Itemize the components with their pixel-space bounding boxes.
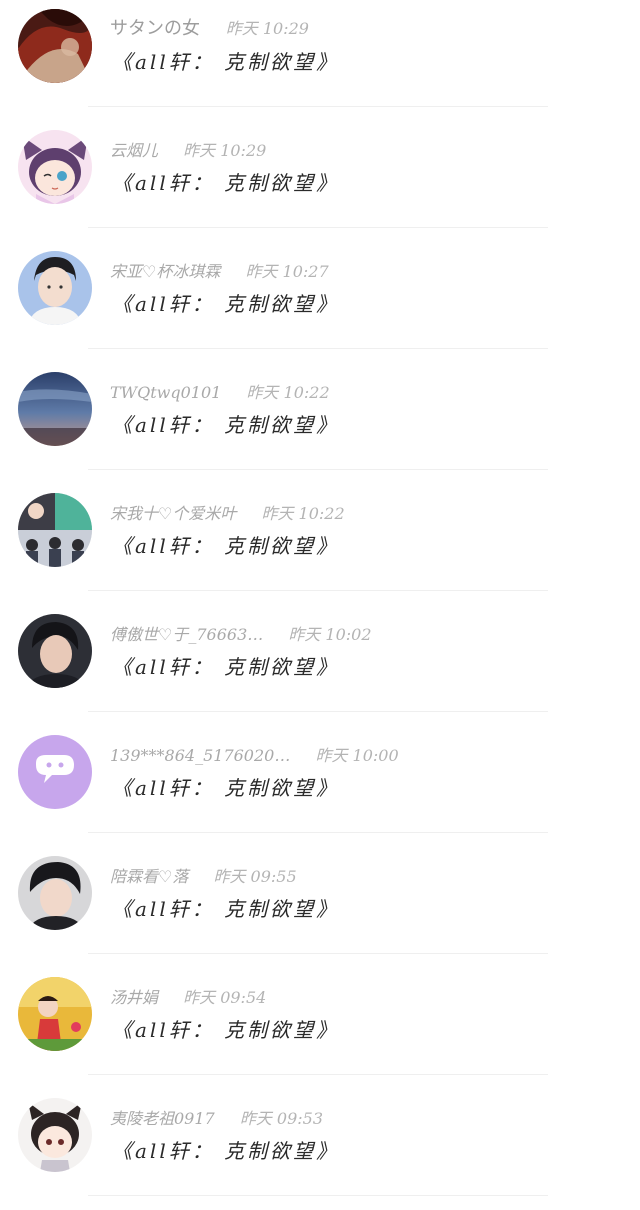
divider	[88, 106, 548, 107]
avatar[interactable]	[18, 251, 92, 325]
avatar[interactable]	[18, 614, 92, 688]
anime-girl-avatar-icon	[18, 130, 92, 204]
comment-list: サタンの女 昨天 10:29 《all轩： 克制欲望》 云烟儿 昨天 10:29	[0, 0, 640, 1208]
avatar[interactable]	[18, 493, 92, 567]
comment-meta: サタンの女 昨天 10:29	[110, 14, 309, 40]
comment-item[interactable]: 夷陵老祖0917 昨天 09:53 《all轩： 克制欲望》	[0, 1089, 640, 1210]
comment-text: 《all轩： 克制欲望》	[112, 1139, 340, 1163]
avatar[interactable]	[18, 856, 92, 930]
comment-meta: 宋我十♡个爱米叶 昨天 10:22	[110, 500, 345, 524]
comment-item[interactable]: 汤井娟 昨天 09:54 《all轩： 克制欲望》	[0, 968, 640, 1089]
comment-text: 《all轩： 克制欲望》	[112, 776, 340, 800]
username[interactable]: 宋亚♡杯冰琪霖	[110, 258, 220, 282]
divider	[88, 953, 548, 954]
comment-text: 《all轩： 克制欲望》	[112, 655, 340, 679]
comment-text: 《all轩： 克制欲望》	[112, 534, 340, 558]
avatar[interactable]	[18, 130, 92, 204]
comment-meta: 陪霖看♡落 昨天 09:55	[110, 863, 297, 887]
comment-text: 《all轩： 克制欲望》	[112, 413, 340, 437]
comment-item[interactable]: 傅傲世♡于_76663… 昨天 10:02 《all轩： 克制欲望》	[0, 605, 640, 726]
comment-meta: 云烟儿 昨天 10:29	[110, 137, 266, 161]
username[interactable]: 宋我十♡个爱米叶	[110, 500, 236, 524]
comment-text: 《all轩： 克制欲望》	[112, 897, 340, 921]
username[interactable]: 傅傲世♡于_76663…	[110, 621, 263, 645]
comment-item[interactable]: 宋我十♡个爱米叶 昨天 10:22 《all轩： 克制欲望》	[0, 484, 640, 605]
timestamp: 昨天 09:53	[239, 1109, 324, 1128]
avatar[interactable]	[18, 372, 92, 446]
divider	[88, 348, 548, 349]
anime-chibi-avatar-icon	[18, 1098, 92, 1172]
timestamp: 昨天 09:55	[213, 867, 297, 886]
avatar[interactable]	[18, 977, 92, 1051]
divider	[88, 832, 548, 833]
comment-meta: 夷陵老祖0917 昨天 09:53	[110, 1105, 323, 1129]
avatar[interactable]	[18, 1098, 92, 1172]
timestamp: 昨天 10:02	[288, 625, 372, 644]
divider	[88, 590, 548, 591]
timestamp: 昨天 10:27	[245, 262, 329, 281]
comment-item[interactable]: 陪霖看♡落 昨天 09:55 《all轩： 克制欲望》	[0, 847, 640, 968]
red-abstract-avatar-icon	[18, 9, 92, 83]
comment-item[interactable]: 云烟儿 昨天 10:29 《all轩： 克制欲望》	[0, 121, 640, 242]
comment-text: 《all轩： 克制欲望》	[112, 50, 340, 74]
username[interactable]: 云烟儿	[110, 137, 158, 161]
sky-landscape-avatar-icon	[18, 372, 92, 446]
username[interactable]: TWQtwq0101	[110, 383, 221, 402]
divider	[88, 469, 548, 470]
timestamp: 昨天 10:00	[315, 746, 399, 765]
username[interactable]: 汤井娟	[110, 984, 158, 1008]
child-photo-avatar-icon	[18, 977, 92, 1051]
young-man-dark-avatar-icon	[18, 614, 92, 688]
comment-text: 《all轩： 克制欲望》	[112, 171, 340, 195]
comment-item[interactable]: 宋亚♡杯冰琪霖 昨天 10:27 《all轩： 克制欲望》	[0, 242, 640, 363]
group-collage-avatar-icon	[18, 493, 92, 567]
username[interactable]: 夷陵老祖0917	[110, 1105, 215, 1129]
comment-item[interactable]: サタンの女 昨天 10:29 《all轩： 克制欲望》	[0, 0, 640, 121]
comment-meta: 宋亚♡杯冰琪霖 昨天 10:27	[110, 258, 329, 282]
divider	[88, 711, 548, 712]
comment-meta: 汤井娟 昨天 09:54	[110, 984, 266, 1008]
avatar[interactable]	[18, 9, 92, 83]
timestamp: 昨天 10:22	[261, 504, 345, 523]
username[interactable]: サタンの女	[110, 14, 200, 40]
comment-item[interactable]: TWQtwq0101 昨天 10:22 《all轩： 克制欲望》	[0, 363, 640, 484]
chat-bubble-icon	[18, 735, 92, 809]
comment-meta: TWQtwq0101 昨天 10:22	[110, 379, 330, 403]
young-man-portrait-avatar-icon	[18, 251, 92, 325]
divider	[88, 227, 548, 228]
avatar[interactable]	[18, 735, 92, 809]
young-man-side-avatar-icon	[18, 856, 92, 930]
username[interactable]: 139***864_5176020…	[110, 746, 290, 765]
divider	[88, 1074, 548, 1075]
divider	[88, 1195, 548, 1196]
comment-text: 《all轩： 克制欲望》	[112, 1018, 340, 1042]
comment-text: 《all轩： 克制欲望》	[112, 292, 340, 316]
timestamp: 昨天 09:54	[183, 988, 267, 1007]
username[interactable]: 陪霖看♡落	[110, 863, 188, 887]
comment-item[interactable]: 139***864_5176020… 昨天 10:00 《all轩： 克制欲望》	[0, 726, 640, 847]
timestamp: 昨天 10:29	[183, 141, 267, 160]
timestamp: 昨天 10:29	[225, 19, 309, 38]
comment-meta: 傅傲世♡于_76663… 昨天 10:02	[110, 621, 372, 645]
comment-meta: 139***864_5176020… 昨天 10:00	[110, 742, 399, 766]
timestamp: 昨天 10:22	[246, 383, 330, 402]
